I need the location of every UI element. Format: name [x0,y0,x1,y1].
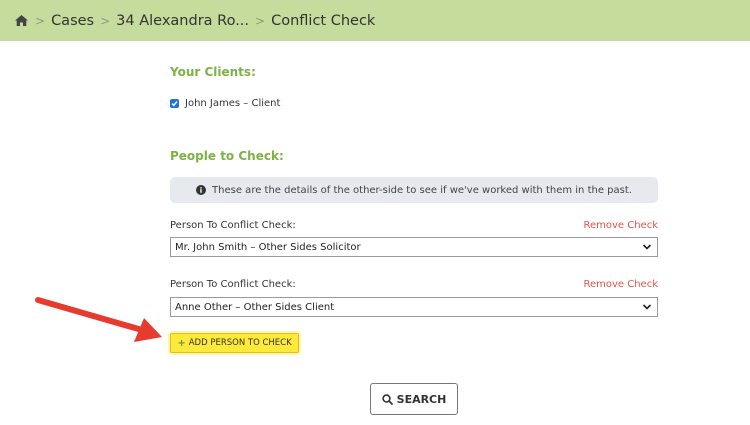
person-select-value: Mr. John Smith – Other Sides Solicitor [175,241,361,253]
person-select[interactable]: Anne Other – Other Sides Client [170,297,658,317]
search-icon [381,393,393,405]
info-message: These are the details of the other-side … [170,177,658,203]
annotation-arrow-icon [35,297,162,342]
client-label: John James – Client [185,98,281,109]
home-icon[interactable] [14,14,29,27]
person-select-value: Anne Other – Other Sides Client [175,301,335,313]
breadcrumb-separator: > [100,13,111,28]
chevron-down-icon [642,242,652,255]
chevron-down-icon [642,302,652,315]
breadcrumb-separator: > [255,13,266,28]
info-text: These are the details of the other-side … [212,184,632,196]
breadcrumb-separator: > [35,13,46,28]
remove-check-link[interactable]: Remove Check [583,220,658,231]
remove-check-link[interactable]: Remove Check [583,279,658,290]
search-button[interactable]: SEARCH [370,383,458,415]
conflict-check-label: Person To Conflict Check: [170,279,296,290]
client-item[interactable]: John James – Client [170,98,280,109]
plus-icon: + [177,337,186,349]
people-section-title: People to Check: [170,149,284,163]
breadcrumb-conflict-check: Conflict Check [271,12,376,29]
add-person-button[interactable]: + ADD PERSON TO CHECK [170,333,299,353]
breadcrumb-cases[interactable]: Cases [51,13,94,29]
breadcrumb-case-address[interactable]: 34 Alexandra Ro... [116,13,249,29]
breadcrumb: > Cases > 34 Alexandra Ro... > Conflict … [0,0,750,41]
add-person-label: ADD PERSON TO CHECK [188,338,292,348]
client-checkbox[interactable] [170,99,179,108]
info-icon [196,185,207,195]
clients-section-title: Your Clients: [170,65,256,79]
conflict-check-label: Person To Conflict Check: [170,220,296,231]
search-label: SEARCH [396,392,447,406]
person-select[interactable]: Mr. John Smith – Other Sides Solicitor [170,237,658,257]
